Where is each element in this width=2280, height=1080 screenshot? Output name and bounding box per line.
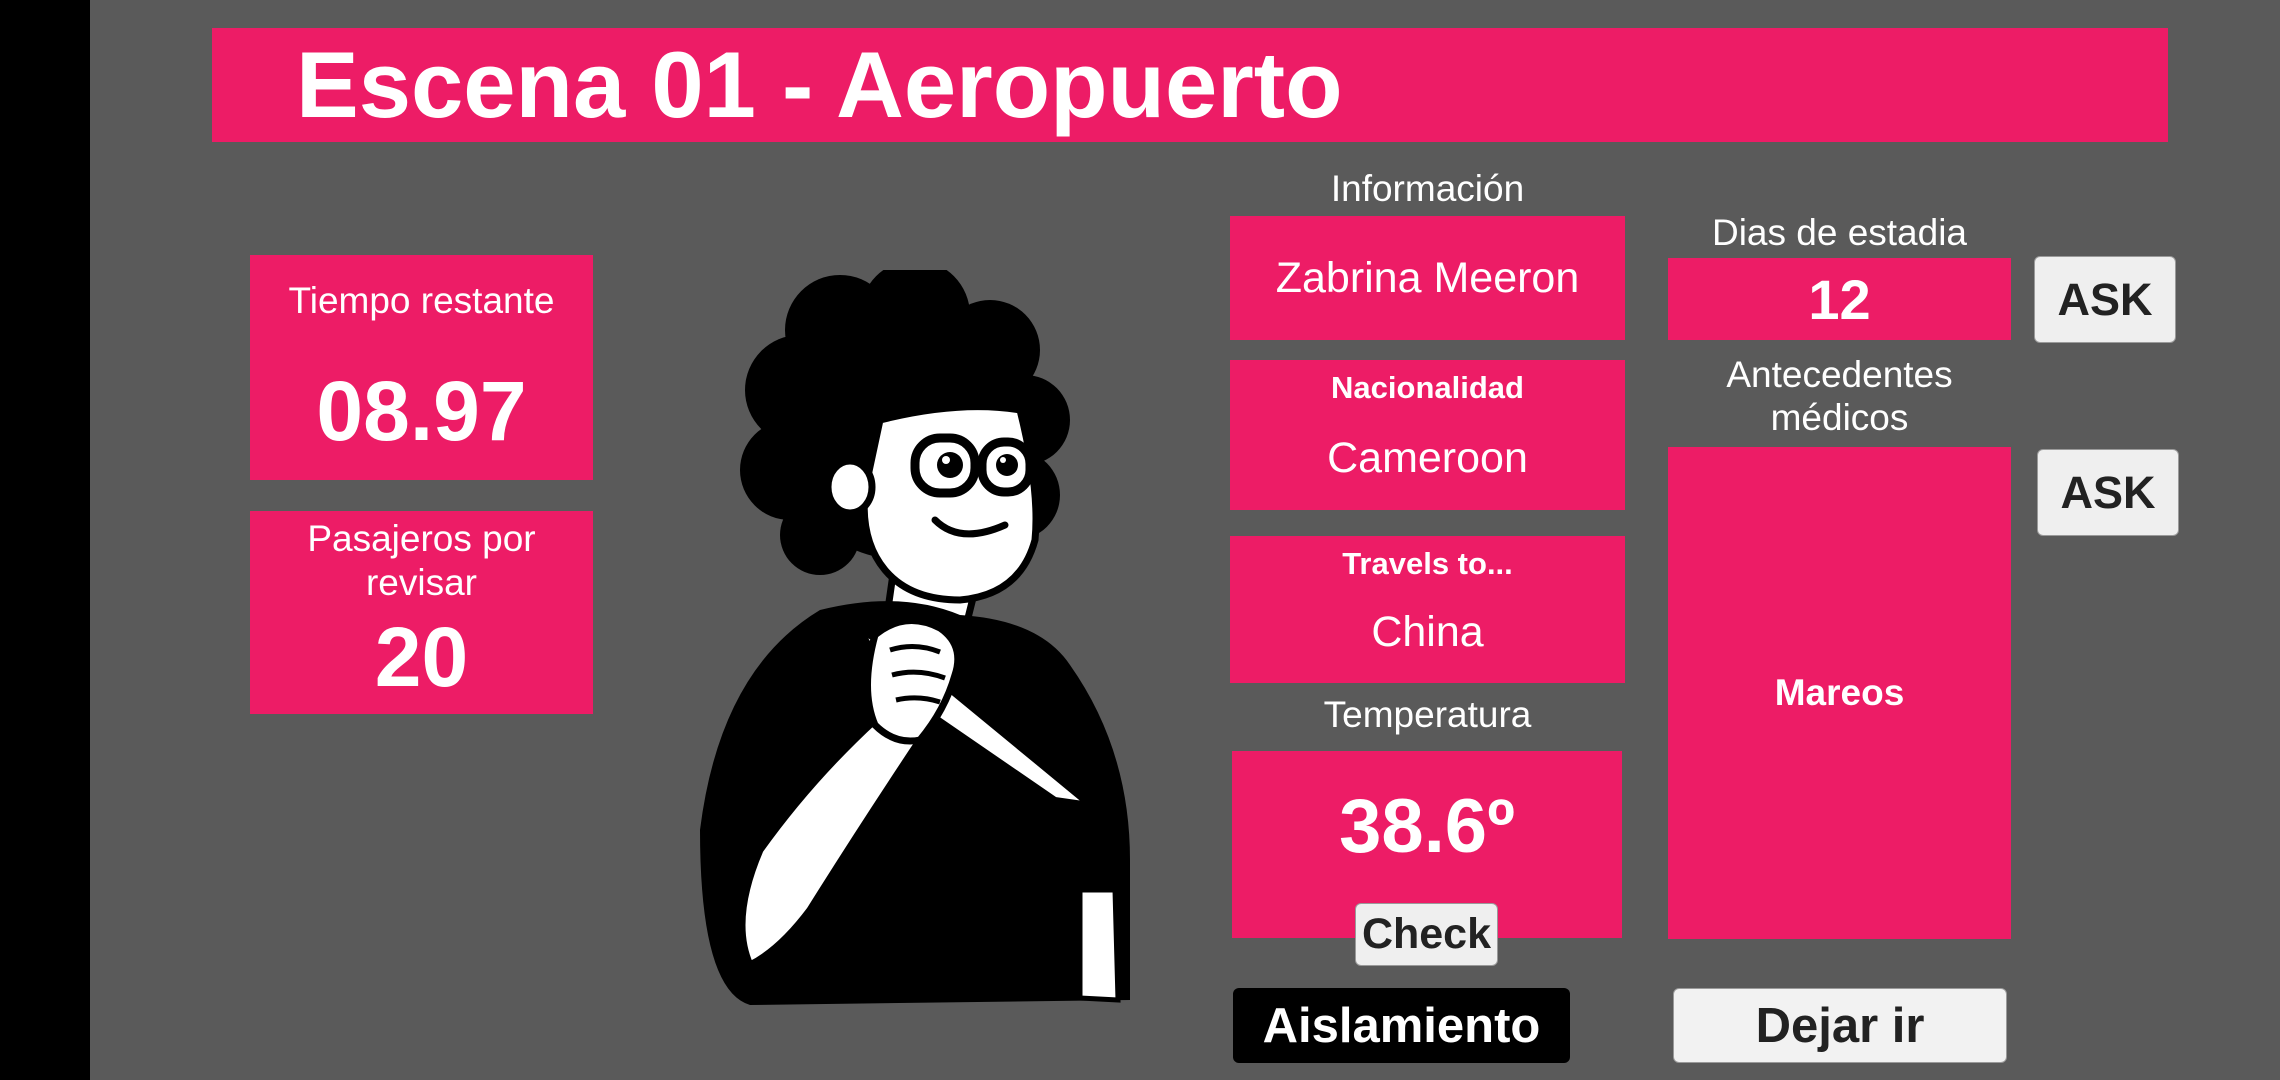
stay-days-field: 12 — [1668, 258, 2011, 340]
info-heading: Información — [1330, 168, 1525, 209]
medical-history-value: Mareos — [1774, 672, 1905, 713]
nationality-panel: Nacionalidad Cameroon — [1230, 360, 1625, 510]
travels-value: China — [1371, 608, 1484, 656]
travels-label: Travels to... — [1342, 546, 1513, 581]
travels-panel: Travels to... China — [1230, 536, 1625, 683]
passenger-name-field: Zabrina Meeron — [1230, 216, 1625, 340]
passengers-value: 20 — [374, 610, 469, 704]
temperature-value: 38.6º — [1339, 784, 1515, 869]
scene-title: Escena 01 - Aeropuerto — [296, 32, 1343, 137]
timer-label: Tiempo restante — [288, 280, 555, 321]
scene-title-banner: Escena 01 - Aeropuerto — [212, 28, 2168, 142]
medical-history-heading: Antecedentes médicos — [1726, 354, 1953, 438]
stay-days-value: 12 — [1808, 267, 1871, 331]
ask-medical-button[interactable]: ASK — [2037, 449, 2179, 536]
left-edge-bar — [0, 0, 90, 1080]
medical-history-panel: Mareos — [1668, 447, 2011, 939]
stay-days-heading: Dias de estadia — [1711, 212, 1968, 253]
timer-panel: Tiempo restante 08.97 — [250, 255, 593, 480]
passenger-name: Zabrina Meeron — [1275, 253, 1580, 302]
temperature-heading: Temperatura — [1323, 694, 1532, 735]
isolate-button[interactable]: Aislamiento — [1233, 988, 1570, 1063]
ask-stay-button[interactable]: ASK — [2034, 256, 2176, 343]
release-button[interactable]: Dejar ir — [1673, 988, 2007, 1063]
nationality-label: Nacionalidad — [1331, 370, 1524, 405]
check-temperature-button[interactable]: Check — [1355, 903, 1498, 966]
passenger-character-illustration — [700, 270, 1130, 1005]
nationality-value: Cameroon — [1327, 434, 1528, 482]
timer-value: 08.97 — [316, 364, 527, 458]
passengers-label: Pasajeros por revisar — [307, 518, 536, 603]
passengers-panel: Pasajeros por revisar 20 — [250, 511, 593, 714]
